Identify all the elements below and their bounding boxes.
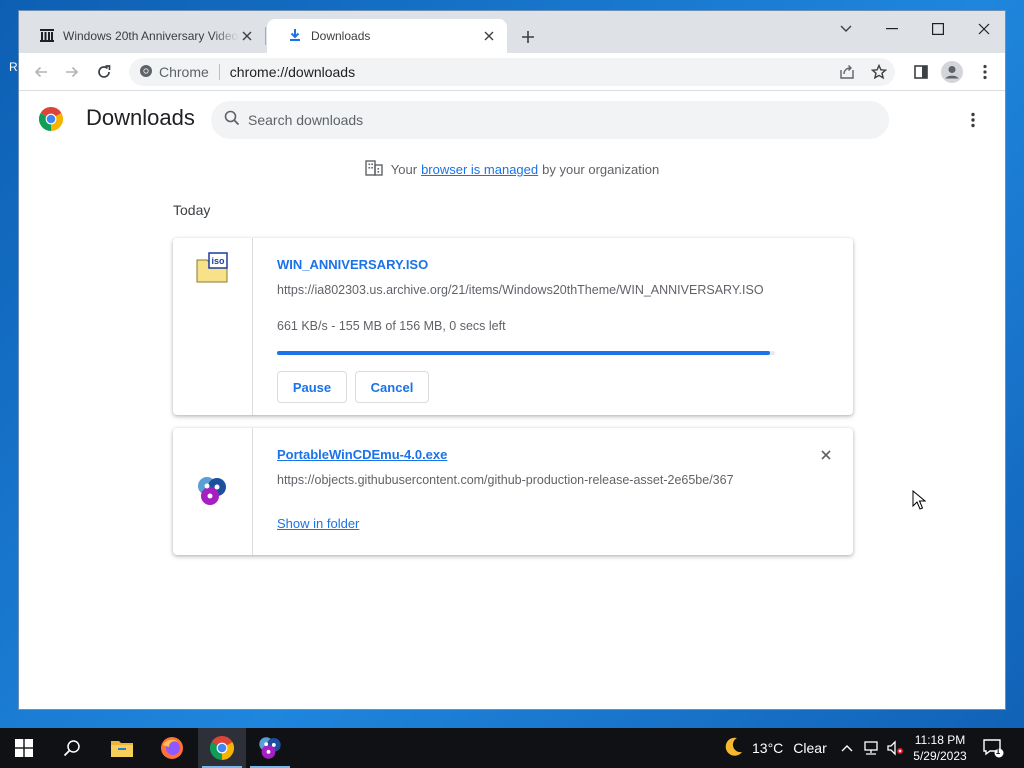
managed-suffix: by your organization — [542, 162, 660, 177]
desktop-edge-glyph: R — [9, 60, 18, 74]
maximize-button[interactable] — [915, 15, 961, 43]
browser-toolbar: Chrome chrome://downloads — [19, 53, 1005, 91]
managed-prefix: Your — [390, 162, 418, 177]
search-downloads-box[interactable] — [211, 101, 889, 139]
forward-button[interactable] — [60, 60, 84, 84]
page-title: Downloads — [86, 105, 195, 130]
chrome-logo-icon — [38, 106, 64, 131]
clock-time: 11:18 PM — [914, 733, 966, 747]
managed-notice: Your browser is managed by your organiza… — [19, 160, 1005, 179]
new-tab-button[interactable] — [517, 26, 539, 48]
tab-separator — [265, 27, 266, 45]
back-button[interactable] — [29, 60, 53, 84]
side-panel-button[interactable] — [909, 60, 933, 84]
downloads-page: Downloads Your browser is managed by you… — [19, 92, 1005, 709]
show-in-folder-link[interactable]: Show in folder — [277, 516, 359, 531]
minimize-button[interactable] — [869, 15, 915, 43]
firefox-icon[interactable] — [148, 728, 196, 768]
omnibox-divider — [218, 64, 220, 80]
file-explorer-icon[interactable] — [98, 728, 146, 768]
download-item: iso WIN_ANNIVERSARY.ISO https://ia802303… — [173, 238, 853, 415]
svg-text:iso: iso — [211, 256, 225, 266]
pause-button[interactable]: Pause — [277, 371, 347, 403]
chevron-up-icon[interactable] — [838, 728, 856, 768]
start-button[interactable] — [0, 728, 48, 768]
weather-condition: Clear — [793, 740, 827, 756]
taskbar: 13°C Clear 11:18 PM 5/29/2023 1 — [0, 728, 1024, 768]
date-section-header: Today — [173, 202, 211, 218]
notification-center-icon[interactable]: 1 — [980, 728, 1006, 768]
cancel-button[interactable]: Cancel — [355, 371, 429, 403]
chrome-taskbar-icon[interactable] — [198, 728, 246, 768]
close-window-button[interactable] — [961, 15, 1005, 43]
chrome-window: Windows 20th Anniversary Video Downloads — [18, 10, 1006, 710]
search-taskbar-icon[interactable] — [48, 728, 96, 768]
search-icon — [224, 110, 240, 131]
download-progress-bar — [277, 351, 775, 355]
download-source-url[interactable]: https://objects.githubusercontent.com/gi… — [277, 473, 777, 487]
building-icon — [365, 160, 383, 179]
download-filename-link[interactable]: PortableWinCDEmu-4.0.exe — [277, 447, 447, 462]
system-clock[interactable]: 11:18 PM 5/29/2023 — [906, 732, 974, 764]
omnibox-url: chrome://downloads — [229, 64, 356, 80]
reload-button[interactable] — [92, 60, 116, 84]
managed-link[interactable]: browser is managed — [421, 162, 538, 177]
bookmark-star-icon[interactable] — [870, 63, 888, 83]
network-icon[interactable] — [860, 728, 882, 768]
download-item: PortableWinCDEmu-4.0.exe https://objects… — [173, 428, 853, 555]
archive-icon — [39, 27, 55, 46]
download-source-url[interactable]: https://ia802303.us.archive.org/21/items… — [277, 283, 777, 297]
mouse-cursor-icon — [912, 489, 927, 515]
wincdemu-app-icon — [195, 474, 229, 508]
iso-file-icon: iso — [195, 252, 229, 286]
download-icon-column — [173, 428, 253, 555]
weather-temperature: 13°C — [752, 740, 784, 756]
chrome-menu-button[interactable] — [973, 60, 997, 84]
tab-search-button[interactable] — [823, 15, 869, 43]
search-input[interactable] — [248, 112, 848, 128]
remove-download-icon[interactable] — [817, 446, 835, 464]
download-icon-column: iso — [173, 238, 253, 415]
download-status-text: 661 KB/s - 155 MB of 156 MB, 0 secs left — [277, 319, 506, 333]
download-icon — [287, 27, 303, 46]
wincdemu-taskbar-icon[interactable] — [246, 728, 294, 768]
weather-widget[interactable]: 13°C Clear — [722, 728, 827, 768]
notification-count-badge: 1 — [995, 747, 1001, 756]
omnibox-site-label: Chrome — [159, 64, 209, 80]
clock-date: 5/29/2023 — [913, 749, 967, 763]
profile-avatar[interactable] — [940, 60, 964, 84]
tab-title: Downloads — [311, 29, 371, 43]
volume-muted-icon[interactable] — [884, 728, 906, 768]
download-filename-link[interactable]: WIN_ANNIVERSARY.ISO — [277, 257, 428, 272]
tab-windows-anniversary[interactable]: Windows 20th Anniversary Video — [19, 19, 265, 53]
moon-icon — [722, 736, 744, 761]
downloads-header: Downloads — [19, 92, 1005, 148]
tab-strip: Windows 20th Anniversary Video Downloads — [19, 11, 1005, 53]
chrome-site-icon — [139, 64, 153, 81]
download-progress-fill — [277, 351, 771, 355]
omnibox[interactable]: Chrome chrome://downloads — [129, 58, 895, 86]
tab-downloads[interactable]: Downloads — [267, 19, 507, 53]
tab-title: Windows 20th Anniversary Video — [63, 29, 239, 43]
share-icon[interactable] — [839, 64, 855, 83]
close-tab-icon[interactable] — [481, 28, 497, 44]
close-tab-icon[interactable] — [239, 28, 255, 44]
downloads-menu-button[interactable] — [961, 108, 985, 132]
